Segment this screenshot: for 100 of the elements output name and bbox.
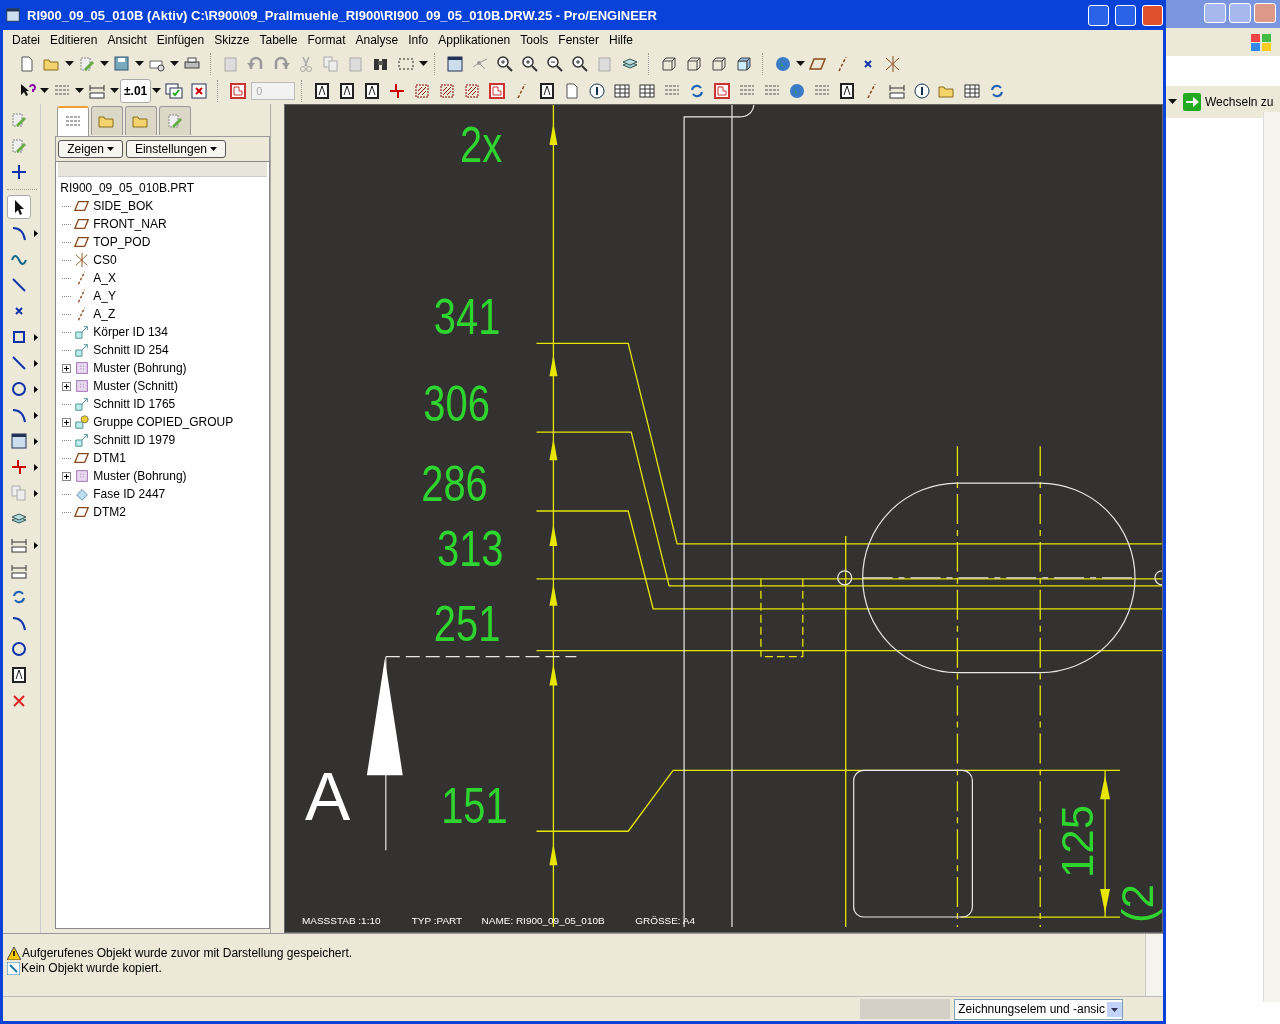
tree-item[interactable]: Schnitt ID 1979 [93,433,176,447]
menu-item[interactable]: Fenster [553,33,604,47]
tree-item[interactable]: Fase ID 2447 [93,487,166,501]
dropdown-button[interactable]: Zeigen [58,140,123,158]
flyout-arrow-icon[interactable] [34,463,38,471]
dimension-arrowhead [549,524,558,546]
tree-item[interactable]: FRONT_NAR [93,217,167,231]
flyout-arrow-icon[interactable] [34,437,38,445]
tree-item[interactable]: CS0 [93,253,117,267]
tree-item[interactable]: Gruppe COPIED_GROUP [93,415,234,429]
menu-item[interactable]: Tools [515,33,554,47]
caret-icon[interactable] [135,60,144,67]
caret-icon[interactable] [40,87,49,94]
zoom-fit-icon [571,54,589,73]
window-check-icon [165,81,184,100]
tree-item[interactable]: Schnitt ID 254 [93,343,169,357]
tree-root[interactable]: RI900_09_05_010B.PRT [56,177,270,197]
tree-item[interactable]: TOP_POD [93,235,151,249]
fillet-icon [10,224,28,242]
globe-icon [774,54,792,73]
menu-item[interactable]: Ansicht [102,33,152,47]
dimension-icon [10,562,28,580]
wireframe-cube-icon [685,54,703,73]
flyout-arrow-icon[interactable] [34,385,38,393]
wireframe-cube-icon [660,54,678,73]
caret-icon[interactable] [110,87,119,94]
menu-item[interactable]: Applikationen [433,33,516,47]
tree-item[interactable]: A_Y [93,289,116,303]
flyout-arrow-icon[interactable] [34,541,38,549]
caret-icon[interactable] [75,87,84,94]
flyout-arrow-icon[interactable] [34,229,38,237]
pattern-icon [74,378,91,394]
menu-item[interactable]: Einfügen [151,33,210,47]
box-icon [74,396,91,412]
tree-item[interactable]: A_Z [93,307,116,321]
letter-box-icon [363,81,382,100]
menu-item[interactable]: Datei [7,33,45,47]
title-block-text: MASSSTAB :1:10 [302,915,381,926]
flyout-arrow-icon[interactable] [34,359,38,367]
plane-icon [74,234,91,250]
minimize-button[interactable] [1088,4,1109,26]
dimension-arrowhead [1100,889,1111,914]
box-icon [74,432,91,448]
menu-item[interactable]: Hilfe [604,33,638,47]
dimension-text: 125 [1053,804,1103,879]
caret-icon[interactable] [419,60,428,67]
tree-item[interactable]: DTM1 [93,451,126,465]
dimension-text: 251 [433,595,501,652]
arrow-right-icon [1183,93,1201,111]
table-icon [613,81,632,100]
caret-icon[interactable] [100,60,109,67]
caret-icon [210,146,217,152]
table-icon [963,81,982,100]
tree-item[interactable]: DTM2 [93,505,126,519]
tree-item[interactable]: SIDE_BOK [93,199,154,213]
dimension-arrowhead [549,438,558,461]
filter-dropdown[interactable]: Zeichnungselem und -ansic [954,998,1123,1020]
cross-icon [10,163,28,181]
dropdown-button[interactable]: Einstellungen [125,140,226,158]
close-button[interactable] [1142,4,1163,26]
tree-item[interactable]: Muster (Bohrung) [93,469,187,483]
maximize-button[interactable] [1115,4,1136,26]
panel-tab[interactable] [57,106,90,136]
warning-icon [7,946,21,960]
dimension-arrowhead [549,583,558,606]
expand-toggle[interactable] [62,471,72,481]
zoom-out-icon [546,54,564,73]
dimension-arrowhead [549,843,558,866]
scrollbar[interactable] [1145,934,1163,996]
menu-item[interactable]: Analyse [350,33,404,47]
scrollbar[interactable] [1263,112,1280,1002]
menu-item[interactable]: Info [403,33,434,47]
pattern-icon [74,468,91,484]
expand-toggle[interactable] [62,381,72,391]
expand-toggle[interactable] [62,417,72,427]
expand-toggle[interactable] [62,363,72,373]
tree-item[interactable]: Schnitt ID 1765 [93,397,176,411]
menu-item[interactable]: Tabelle [254,33,303,47]
flyout-arrow-icon[interactable] [34,333,38,341]
info-icon [7,961,20,975]
caret-icon[interactable] [796,60,805,67]
tree-item[interactable]: Körper ID 134 [93,325,168,339]
close-window-icon [190,81,209,100]
tree-item[interactable]: Muster (Schnitt) [93,379,178,393]
menu-item[interactable]: Format [302,33,351,47]
tree-item[interactable]: Muster (Bohrung) [93,361,187,375]
plane-icon [74,504,91,520]
caret-icon[interactable] [65,60,74,67]
plane-icon [74,450,91,466]
caret-icon[interactable] [1168,99,1177,105]
tree-item[interactable]: A_X [93,271,116,285]
caret-icon[interactable] [152,87,162,94]
flyout-arrow-icon[interactable] [34,489,38,497]
tolerance-button[interactable]: ±.01 [120,78,152,103]
dimension-text: 306 [423,375,490,433]
flyout-arrow-icon[interactable] [34,411,38,419]
menu-item[interactable]: Skizze [209,33,255,47]
menu-item[interactable]: Editieren [45,33,103,47]
message-text: Aufgerufenes Objekt wurde zuvor mit Darstellung gespeichert. [22,946,353,960]
caret-icon[interactable] [170,60,179,67]
